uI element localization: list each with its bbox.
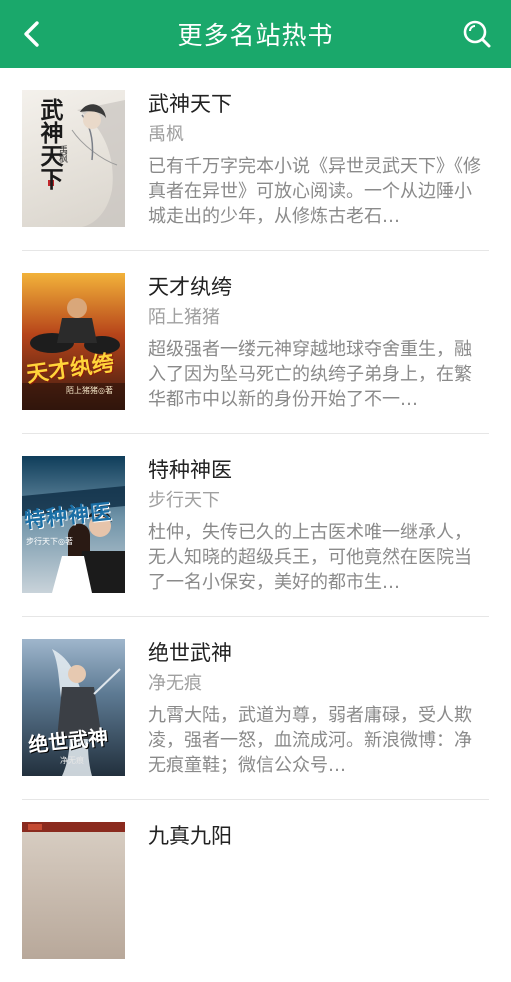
cover-author: 步行天下◎著 xyxy=(26,537,73,546)
book-title[interactable]: 九真九阳 xyxy=(148,820,232,850)
cover-art xyxy=(22,822,125,832)
book-cover[interactable]: 武神天下 禹枫 xyxy=(22,90,125,227)
book-description: 杜仲，失传已久的上古医术唯一继承人，无人知晓的超级兵王，可他竟然在医院当了一名小… xyxy=(148,522,472,593)
book-title[interactable]: 天才纨绔 xyxy=(148,271,232,301)
search-button[interactable] xyxy=(455,12,499,56)
book-cover[interactable]: 绝世武神 净无痕 xyxy=(22,639,125,776)
book-author: 净无痕 xyxy=(148,673,202,694)
book-author: 禹枫 xyxy=(148,124,184,145)
cover-author: 净无痕 xyxy=(60,756,84,765)
book-item[interactable]: 九真九阳 xyxy=(22,800,489,982)
book-item[interactable]: 特种神医 步行天下◎著 特种神医 步行天下 杜仲，失传已久的上古医术唯一继承人，… xyxy=(22,434,489,617)
book-title[interactable]: 绝世武神 xyxy=(148,637,232,667)
book-cover[interactable]: 特种神医 步行天下◎著 xyxy=(22,456,125,593)
book-item[interactable]: 绝世武神 净无痕 绝世武神 净无痕 九霄大陆，武道为尊，弱者庸碌，受人欺凌，强者… xyxy=(22,617,489,800)
cover-author: 禹枫 xyxy=(57,145,67,163)
top-navigation-bar: 更多名站热书 xyxy=(0,0,511,68)
book-description: 超级强者一缕元神穿越地球夺舍重生，融入了因为坠马死亡的纨绔子弟身上，在繁华都市中… xyxy=(148,339,472,410)
chevron-left-icon xyxy=(24,21,39,47)
cover-author: 陌上猪猪◎著 xyxy=(66,386,113,395)
book-title[interactable]: 特种神医 xyxy=(148,454,232,484)
book-item[interactable]: 武神天下 禹枫 武神天下 禹枫 已有千万字完本小说《异世灵武天下》《修真者在异世… xyxy=(22,68,489,251)
page-title: 更多名站热书 xyxy=(177,21,334,50)
book-author: 陌上猪猪 xyxy=(148,307,220,328)
book-description: 九霄大陆，武道为尊，弱者庸碌，受人欺凌，强者一怒，血流成河。新浪微博：净无痕童鞋… xyxy=(148,705,472,776)
book-list: 武神天下 禹枫 武神天下 禹枫 已有千万字完本小说《异世灵武天下》《修真者在异世… xyxy=(0,68,511,982)
book-author: 步行天下 xyxy=(148,490,220,511)
book-title[interactable]: 武神天下 xyxy=(148,88,232,118)
back-button[interactable] xyxy=(10,12,54,56)
cover-title: 武神天下 xyxy=(36,98,63,190)
book-cover[interactable]: 天才纨绔 陌上猪猪◎著 xyxy=(22,273,125,410)
search-icon xyxy=(463,20,491,48)
book-cover[interactable] xyxy=(22,822,125,959)
book-item[interactable]: 天才纨绔 陌上猪猪◎著 天才纨绔 陌上猪猪 超级强者一缕元神穿越地球夺舍重生，融… xyxy=(22,251,489,434)
book-description: 已有千万字完本小说《异世灵武天下》《修真者在异世》可放心阅读。一个从边陲小城走出… xyxy=(148,156,481,227)
